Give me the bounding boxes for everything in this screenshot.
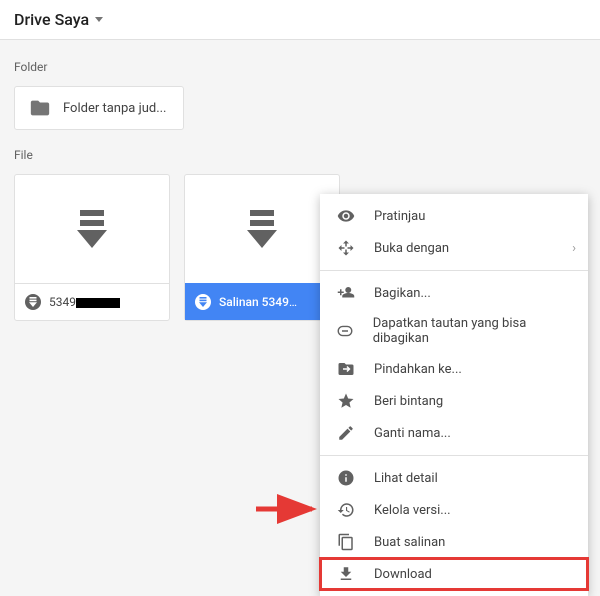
file-section-label: File <box>14 148 586 162</box>
info-icon <box>336 469 356 487</box>
file-name: Salinan 5349 <box>219 295 329 309</box>
menu-separator <box>320 270 588 271</box>
menu-label: Ganti nama... <box>374 426 451 441</box>
file-name: 5349 <box>49 295 159 309</box>
person-add-icon <box>336 284 356 302</box>
menu-download[interactable]: Download <box>320 558 588 590</box>
menu-label: Download <box>374 567 432 582</box>
dropdown-caret-icon <box>95 17 103 22</box>
history-icon <box>336 501 356 519</box>
menu-separator <box>320 455 588 456</box>
redacted-text <box>76 298 120 308</box>
location-title: Drive Saya <box>14 10 89 29</box>
open-with-icon <box>336 239 356 257</box>
file-thumbnail <box>185 175 339 283</box>
download-icon <box>336 565 356 583</box>
eye-icon <box>336 207 356 225</box>
menu-label: Lihat detail <box>374 471 438 486</box>
menu-move-to[interactable]: Pindahkan ke... <box>320 353 588 385</box>
chevron-right-icon: › <box>572 241 576 256</box>
link-icon <box>336 322 355 340</box>
menu-label: Beri bintang <box>374 394 443 409</box>
stacked-download-icon <box>77 210 107 248</box>
menu-details[interactable]: Lihat detail <box>320 462 588 494</box>
menu-label: Kelola versi... <box>374 503 451 518</box>
file-type-icon <box>25 294 41 310</box>
stacked-download-icon <box>247 210 277 248</box>
menu-star[interactable]: Beri bintang <box>320 385 588 417</box>
menu-label: Pindahkan ke... <box>374 362 462 377</box>
file-footer: Salinan 5349 <box>185 283 339 320</box>
folder-move-icon <box>336 360 356 378</box>
menu-share[interactable]: Bagikan... <box>320 277 588 309</box>
folder-section-label: Folder <box>14 60 586 74</box>
menu-open-with[interactable]: Buka dengan › <box>320 232 588 264</box>
menu-get-link[interactable]: Dapatkan tautan yang bisa dibagikan <box>320 309 588 353</box>
star-icon <box>336 392 356 410</box>
menu-preview[interactable]: Pratinjau <box>320 200 588 232</box>
folder-item[interactable]: Folder tanpa jud... <box>14 86 184 130</box>
menu-rename[interactable]: Ganti nama... <box>320 417 588 449</box>
file-type-icon <box>195 294 211 310</box>
file-item-selected[interactable]: Salinan 5349 <box>184 174 340 321</box>
copy-icon <box>336 533 356 551</box>
annotation-arrow-icon <box>254 494 324 524</box>
menu-label: Bagikan... <box>374 286 431 301</box>
menu-label: Buka dengan <box>374 241 449 256</box>
menu-label: Pratinjau <box>374 209 425 224</box>
menu-label: Dapatkan tautan yang bisa dibagikan <box>373 316 572 346</box>
file-item[interactable]: 5349 <box>14 174 170 321</box>
file-footer: 5349 <box>15 283 169 320</box>
location-bar[interactable]: Drive Saya <box>0 0 600 40</box>
pencil-icon <box>336 424 356 442</box>
folder-name: Folder tanpa jud... <box>63 101 166 116</box>
menu-label: Buat salinan <box>374 535 445 550</box>
menu-make-copy[interactable]: Buat salinan <box>320 526 588 558</box>
context-menu: Pratinjau Buka dengan › Bagikan... Dapat… <box>320 194 588 596</box>
folder-icon <box>29 97 51 119</box>
menu-versions[interactable]: Kelola versi... <box>320 494 588 526</box>
file-thumbnail <box>15 175 169 283</box>
